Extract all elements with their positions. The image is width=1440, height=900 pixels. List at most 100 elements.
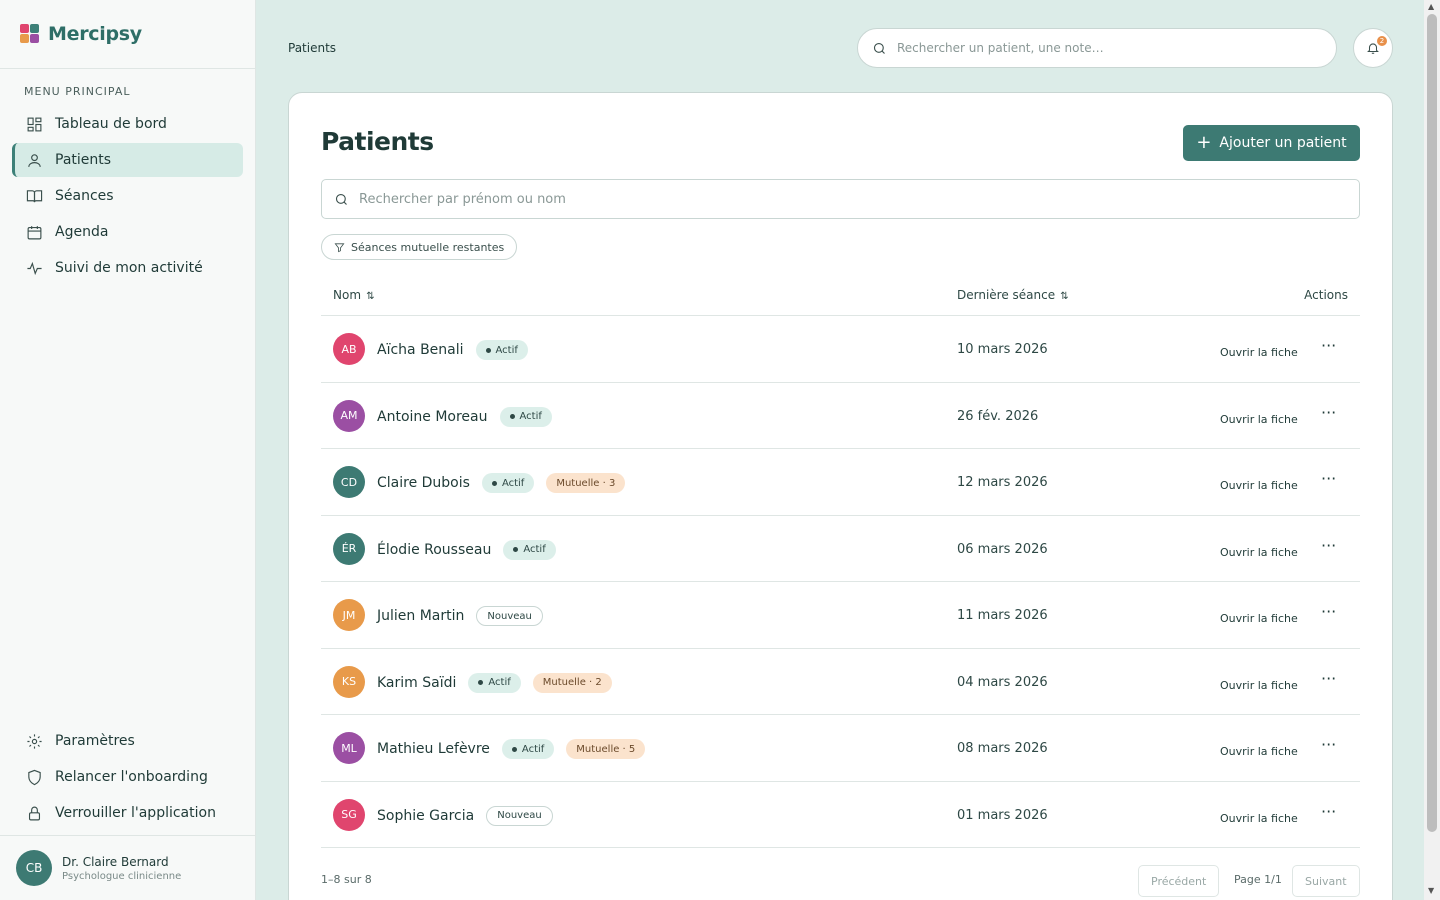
- patient-tags: Actif: [503, 539, 556, 560]
- last-session-date: 26 fév. 2026: [957, 408, 1039, 424]
- table-row[interactable]: CD Claire Dubois Actif Mutuelle · 3 12 mars …: [321, 449, 1360, 516]
- more-actions-icon[interactable]: ···: [1321, 336, 1336, 355]
- patient-name[interactable]: Karim Saïdi: [377, 675, 456, 691]
- patient-name[interactable]: Antoine Moreau: [377, 409, 488, 425]
- patient-tags: Actif Mutuelle · 3: [481, 473, 626, 493]
- sidebar-item-dashboard[interactable]: Tableau de bord: [12, 107, 243, 141]
- table-row[interactable]: ÉR Élodie Rousseau Actif 06 mars 2026 Ouvrir…: [321, 516, 1360, 582]
- patient-name[interactable]: Aïcha Benali: [377, 342, 464, 358]
- patient-tags: Actif: [475, 340, 528, 360]
- table-row[interactable]: JM Julien Martin Nouveau 11 mars 2026 Ouvrir…: [321, 582, 1360, 649]
- open-record-link[interactable]: Ouvrir la fiche: [1220, 745, 1298, 758]
- more-actions-icon[interactable]: ···: [1321, 802, 1336, 821]
- sidebar-item-settings[interactable]: Paramètres: [12, 724, 243, 758]
- open-record-link[interactable]: Ouvrir la fiche: [1220, 346, 1298, 359]
- table-row[interactable]: SG Sophie Garcia Nouveau 01 mars 2026 Ouvrir…: [321, 782, 1360, 848]
- table-row[interactable]: AM Antoine Moreau Actif 26 fév. 2026 Ouvrir …: [321, 383, 1360, 449]
- open-record-link[interactable]: Ouvrir la fiche: [1220, 413, 1298, 426]
- patient-name[interactable]: Mathieu Lefèvre: [377, 741, 490, 757]
- more-actions-icon[interactable]: ···: [1321, 735, 1336, 754]
- patient-tags: Actif Mutuelle · 2: [468, 672, 612, 693]
- sidebar-item-onboarding[interactable]: Relancer l'onboarding: [12, 760, 243, 794]
- scroll-up-icon[interactable]: ▲: [1428, 2, 1434, 11]
- page-indicator: Page 1/1: [1234, 873, 1282, 886]
- sort-icon: ⇅: [1057, 291, 1069, 302]
- more-actions-icon[interactable]: ···: [1321, 536, 1336, 555]
- global-search-input[interactable]: [897, 41, 1317, 55]
- column-name[interactable]: Nom ⇅: [333, 288, 375, 302]
- user-name: Dr. Claire Bernard: [62, 854, 169, 869]
- column-last-session[interactable]: Dernière séance ⇅: [957, 288, 1069, 302]
- patient-name[interactable]: Élodie Rousseau: [377, 542, 491, 558]
- calendar-icon: [27, 225, 42, 239]
- gear-icon: [27, 733, 42, 749]
- scrollbar[interactable]: ▲ ▼: [1424, 0, 1440, 900]
- add-patient-label: Ajouter un patient: [1219, 135, 1347, 151]
- status-label: Actif: [523, 544, 546, 555]
- open-record-link[interactable]: Ouvrir la fiche: [1220, 679, 1298, 692]
- pagination-info: 1–8 sur 8: [321, 873, 372, 886]
- add-patient-button[interactable]: + Ajouter un patient: [1183, 125, 1360, 161]
- dashboard-icon: [27, 117, 42, 131]
- avatar: CD: [333, 466, 365, 498]
- patient-name[interactable]: Julien Martin: [377, 608, 464, 624]
- previous-page-button[interactable]: Précédent: [1138, 865, 1220, 897]
- patients-table-body: AB Aïcha Benali Actif 10 mars 2026 Ouvrir la…: [321, 316, 1360, 848]
- main-nav: Tableau de bord Patients Séances Agenda …: [12, 107, 243, 287]
- scroll-down-icon[interactable]: ▼: [1428, 886, 1434, 895]
- sidebar-item-activity[interactable]: Suivi de mon activité: [12, 251, 243, 285]
- last-session-date: 10 mars 2026: [957, 342, 1048, 357]
- last-session-date: 11 mars 2026: [957, 608, 1048, 623]
- status-dot-icon: [478, 680, 484, 685]
- more-actions-icon[interactable]: ···: [1321, 669, 1336, 688]
- patient-tags: Nouveau: [476, 606, 543, 626]
- lock-icon: [28, 806, 41, 820]
- last-session-date: 04 mars 2026: [957, 674, 1048, 690]
- brand-name: Mercipsy: [48, 23, 142, 45]
- patient-name-cell: Antoine Moreau Actif: [377, 406, 552, 427]
- more-actions-icon[interactable]: ···: [1321, 469, 1336, 488]
- status-label: Actif: [495, 344, 518, 356]
- patient-name-cell: Sophie Garcia Nouveau: [377, 805, 553, 826]
- status-label: Nouveau: [487, 610, 532, 622]
- table-row[interactable]: KS Karim Saïdi Actif Mutuelle · 2 04 mars 20…: [321, 649, 1360, 715]
- column-name-label: Nom: [333, 288, 362, 302]
- notifications-button[interactable]: 2: [1353, 28, 1393, 68]
- next-page-button[interactable]: Suivant: [1292, 865, 1360, 897]
- patient-search-input[interactable]: [359, 191, 1339, 207]
- plus-icon: +: [1196, 132, 1212, 153]
- sidebar-item-lock[interactable]: Verrouiller l'application: [12, 796, 243, 830]
- logo-icon: [20, 24, 40, 44]
- status-badge: Actif: [503, 539, 556, 560]
- status-badge: Actif: [475, 340, 528, 360]
- more-actions-icon[interactable]: ···: [1321, 602, 1336, 621]
- open-record-link[interactable]: Ouvrir la fiche: [1220, 546, 1298, 559]
- open-record-link[interactable]: Ouvrir la fiche: [1220, 479, 1298, 492]
- user-role: Psychologue clinicienne: [62, 870, 182, 882]
- global-search[interactable]: [857, 28, 1337, 68]
- more-actions-icon[interactable]: ···: [1321, 403, 1336, 422]
- sidebar-item-agenda[interactable]: Agenda: [12, 215, 243, 249]
- brand[interactable]: Mercipsy: [0, 0, 255, 69]
- table-row[interactable]: AB Aïcha Benali Actif 10 mars 2026 Ouvrir la…: [321, 316, 1360, 383]
- open-record-link[interactable]: Ouvrir la fiche: [1220, 612, 1298, 625]
- patient-name[interactable]: Claire Dubois: [377, 475, 470, 491]
- sidebar-item-label: Séances: [55, 188, 114, 204]
- sidebar-item-patients[interactable]: Patients: [12, 143, 243, 177]
- open-record-link[interactable]: Ouvrir la fiche: [1220, 812, 1298, 825]
- sidebar-item-seances[interactable]: Séances: [12, 179, 243, 213]
- table-row[interactable]: ML Mathieu Lefèvre Actif Mutuelle · 5 08 mar…: [321, 715, 1360, 782]
- filter-mutuelle-chip[interactable]: Séances mutuelle restantes: [321, 234, 518, 260]
- user-icon: [28, 153, 41, 167]
- sidebar-item-label: Agenda: [55, 224, 109, 240]
- patient-name-cell: Julien Martin Nouveau: [377, 606, 543, 626]
- filter-label: Séances mutuelle restantes: [351, 240, 505, 254]
- status-label: Actif: [519, 411, 542, 422]
- patient-search[interactable]: [321, 179, 1360, 219]
- user-profile[interactable]: CB Dr. Claire Bernard Psychologue clinic…: [0, 835, 255, 900]
- patient-name[interactable]: Sophie Garcia: [377, 808, 474, 824]
- page-title: Patients: [321, 127, 434, 156]
- scroll-thumb[interactable]: [1427, 14, 1437, 832]
- status-badge: Nouveau: [486, 805, 553, 826]
- avatar: KS: [333, 665, 365, 698]
